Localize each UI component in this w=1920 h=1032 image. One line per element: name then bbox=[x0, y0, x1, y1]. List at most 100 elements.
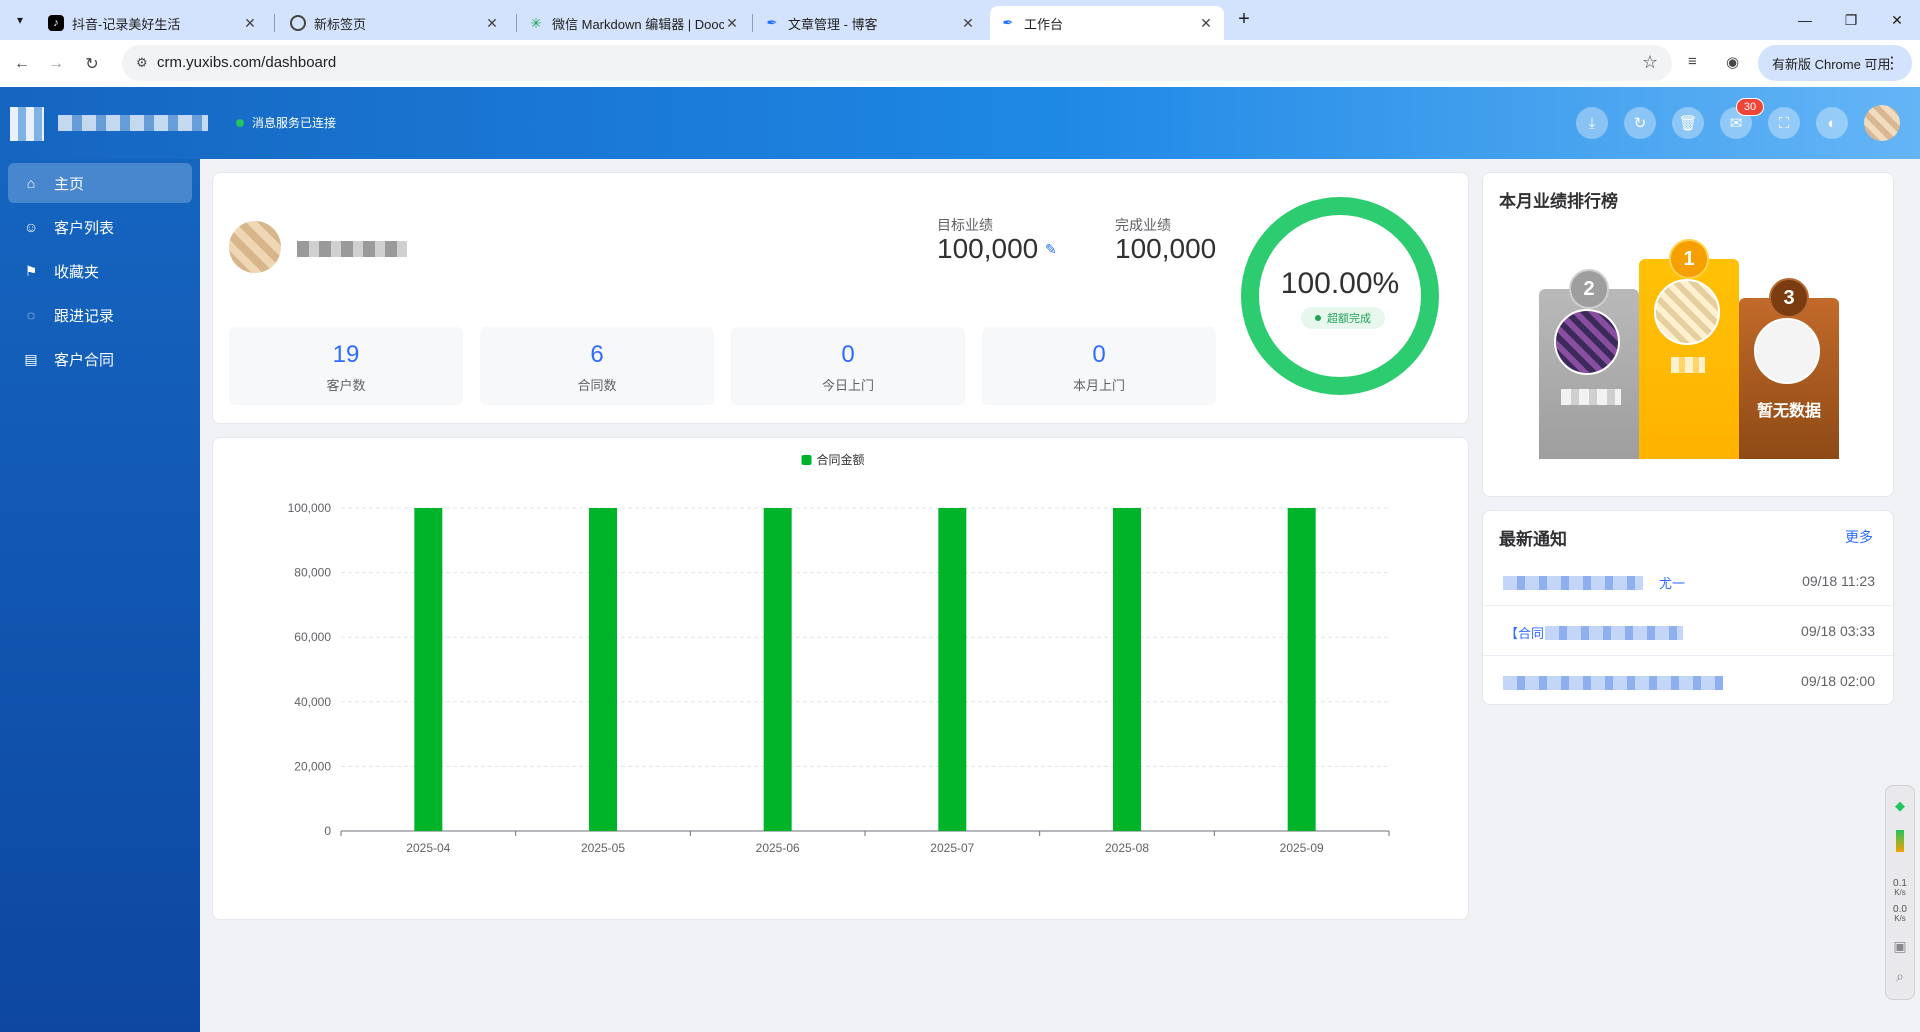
rank-name bbox=[1561, 389, 1621, 405]
y-tick-label: 40,000 bbox=[294, 695, 331, 709]
stat-value: 0 bbox=[1092, 341, 1106, 368]
chrome-update-button[interactable]: 有新版 Chrome 可用 ⋮ bbox=[1758, 45, 1912, 81]
stat-today-visits: 0 今日上门 bbox=[731, 327, 965, 405]
completed-value: 100,000 bbox=[1115, 233, 1217, 264]
stat-customers: 19 客户数 bbox=[229, 327, 463, 405]
menu-dots-icon[interactable]: ⋮ bbox=[1884, 53, 1900, 73]
close-icon[interactable]: ✕ bbox=[1198, 15, 1214, 32]
rank-avatar bbox=[1654, 279, 1720, 345]
stat-label: 本月上门 bbox=[1072, 378, 1125, 393]
new-tab-button[interactable]: + bbox=[1232, 8, 1256, 32]
shield-icon[interactable]: ◆ bbox=[1886, 798, 1914, 814]
browser-tab[interactable]: ✳ 微信 Markdown 编辑器 | Doocs ✕ bbox=[518, 6, 750, 40]
close-icon[interactable]: ✕ bbox=[724, 15, 740, 32]
tab-search-chevron-icon[interactable]: ▾ bbox=[8, 8, 32, 32]
browser-tab[interactable]: ♪ 抖音-记录美好生活 ✕ bbox=[38, 6, 268, 40]
download-icon: ⤓ bbox=[1588, 114, 1596, 132]
user-icon: ☺ bbox=[23, 219, 39, 235]
status-bars-icon bbox=[1886, 830, 1914, 855]
close-icon[interactable]: ✕ bbox=[242, 15, 258, 32]
legend-label: 合同金额 bbox=[817, 452, 865, 467]
download-button[interactable]: ⤓ bbox=[1576, 107, 1608, 139]
minimize-icon[interactable]: — bbox=[1782, 0, 1828, 40]
user-avatar[interactable] bbox=[1864, 105, 1900, 141]
profile-icon[interactable]: ◉ bbox=[1726, 53, 1739, 71]
notice-item[interactable]: 09/18 02:00 bbox=[1483, 656, 1893, 706]
sidebar-item-followups[interactable]: ◌ 跟进记录 bbox=[8, 295, 192, 335]
update-label: 有新版 Chrome 可用 bbox=[1772, 56, 1891, 72]
close-icon[interactable]: ✕ bbox=[484, 15, 500, 32]
legend-swatch bbox=[801, 455, 812, 465]
brand-name bbox=[58, 115, 208, 131]
reload-icon[interactable]: ↻ bbox=[80, 52, 104, 76]
theme-button[interactable]: ◐ bbox=[1816, 107, 1848, 139]
status-text: 消息服务已连接 bbox=[252, 116, 337, 130]
screenshot-icon[interactable]: ▣ bbox=[1886, 938, 1914, 955]
document-icon: ▤ bbox=[24, 350, 38, 367]
forward-icon[interactable]: → bbox=[44, 52, 68, 76]
x-tick-label: 2025-07 bbox=[930, 841, 974, 855]
status-dot-icon bbox=[236, 118, 244, 127]
floating-toolbar: ◆ 0.1 K/s 0.0 K/s ▣ ⌕ bbox=[1885, 785, 1915, 1000]
home-icon: ⌂ bbox=[26, 175, 36, 191]
sidebar-item-favorites[interactable]: ⚑ 收藏夹 bbox=[8, 251, 192, 291]
address-bar[interactable]: ⚙ crm.yuxibs.com/dashboard ☆ bbox=[122, 45, 1672, 81]
x-tick-label: 2025-04 bbox=[406, 841, 450, 855]
rank-number: 3 bbox=[1769, 278, 1809, 318]
contract-amount-chart: 0 20,000 40,000 60,000 80,000 100,000 2025-04 2… bbox=[288, 452, 1390, 855]
refresh-button[interactable]: ↻ bbox=[1624, 107, 1656, 139]
y-tick-label: 0 bbox=[324, 824, 331, 838]
sidebar-item-customers[interactable]: ☺ 客户列表 bbox=[8, 207, 192, 247]
close-window-icon[interactable]: ✕ bbox=[1874, 0, 1920, 40]
globe-icon bbox=[290, 15, 306, 31]
notices-card: 最新通知 更多 尤一 09/18 11:23 【合同 09/18 03:33 0… bbox=[1482, 510, 1894, 705]
bar bbox=[414, 508, 443, 831]
bookmark-star-icon[interactable]: ☆ bbox=[1642, 52, 1658, 73]
edit-icon[interactable]: ✎ bbox=[1045, 241, 1057, 258]
more-link[interactable]: 更多 bbox=[1845, 527, 1873, 547]
feather-icon: ✒ bbox=[766, 15, 778, 30]
doocs-icon: ✳ bbox=[530, 14, 542, 31]
notice-text bbox=[1503, 676, 1723, 690]
notification-badge: 30 bbox=[1736, 98, 1764, 116]
notice-link[interactable]: 【合同 bbox=[1505, 623, 1544, 642]
notice-item[interactable]: 【合同 09/18 03:33 bbox=[1483, 606, 1893, 656]
tab-divider bbox=[274, 14, 275, 32]
restore-icon[interactable]: ❐ bbox=[1828, 0, 1874, 40]
sidebar-item-contracts[interactable]: ▤ 客户合同 bbox=[8, 339, 192, 379]
sidebar-item-label: 客户合同 bbox=[54, 351, 115, 369]
tab-title: 文章管理 - 博客 bbox=[788, 16, 878, 32]
stat-contracts: 6 合同数 bbox=[480, 327, 714, 405]
y-tick-label: 60,000 bbox=[294, 630, 331, 644]
notice-time: 09/18 03:33 bbox=[1801, 623, 1875, 639]
sidebar-item-label: 客户列表 bbox=[54, 219, 115, 237]
sidebar-item-home[interactable]: ⌂ 主页 bbox=[8, 163, 192, 203]
back-icon[interactable]: ← bbox=[10, 52, 34, 76]
close-icon[interactable]: ✕ bbox=[960, 15, 976, 32]
y-tick-label: 80,000 bbox=[294, 566, 331, 580]
notice-text bbox=[1545, 626, 1683, 640]
x-tick-label: 2025-05 bbox=[581, 841, 625, 855]
url-text[interactable]: crm.yuxibs.com/dashboard bbox=[157, 54, 336, 71]
stat-label: 客户数 bbox=[326, 378, 366, 393]
media-control-icon[interactable]: ≡ bbox=[1688, 53, 1697, 70]
search-icon[interactable]: ⌕ bbox=[1886, 968, 1914, 985]
sidebar-item-label: 跟进记录 bbox=[54, 307, 115, 325]
tab-title: 微信 Markdown 编辑器 | Doocs bbox=[552, 16, 724, 32]
app-logo bbox=[10, 107, 44, 141]
clear-cache-button[interactable]: 🗑 bbox=[1672, 107, 1704, 139]
notice-link[interactable]: 尤一 bbox=[1659, 573, 1685, 592]
browser-tab-active[interactable]: ✒ 工作台 ✕ bbox=[990, 6, 1224, 40]
browser-tab[interactable]: 新标签页 ✕ bbox=[280, 6, 510, 40]
browser-tab[interactable]: ✒ 文章管理 - 博客 ✕ bbox=[754, 6, 986, 40]
stat-label: 合同数 bbox=[577, 378, 617, 393]
badge-dot-icon bbox=[1315, 315, 1321, 321]
stat-value: 0 bbox=[841, 341, 855, 368]
bar bbox=[1113, 508, 1141, 831]
tab-title: 工作台 bbox=[1024, 16, 1064, 32]
notice-item[interactable]: 尤一 09/18 11:23 bbox=[1483, 556, 1893, 606]
fullscreen-button[interactable]: ⛶ bbox=[1768, 107, 1800, 139]
site-info-icon[interactable]: ⚙ bbox=[136, 55, 148, 71]
tab-title: 抖音-记录美好生活 bbox=[72, 16, 181, 32]
completion-badge-text: 超额完成 bbox=[1327, 313, 1371, 325]
